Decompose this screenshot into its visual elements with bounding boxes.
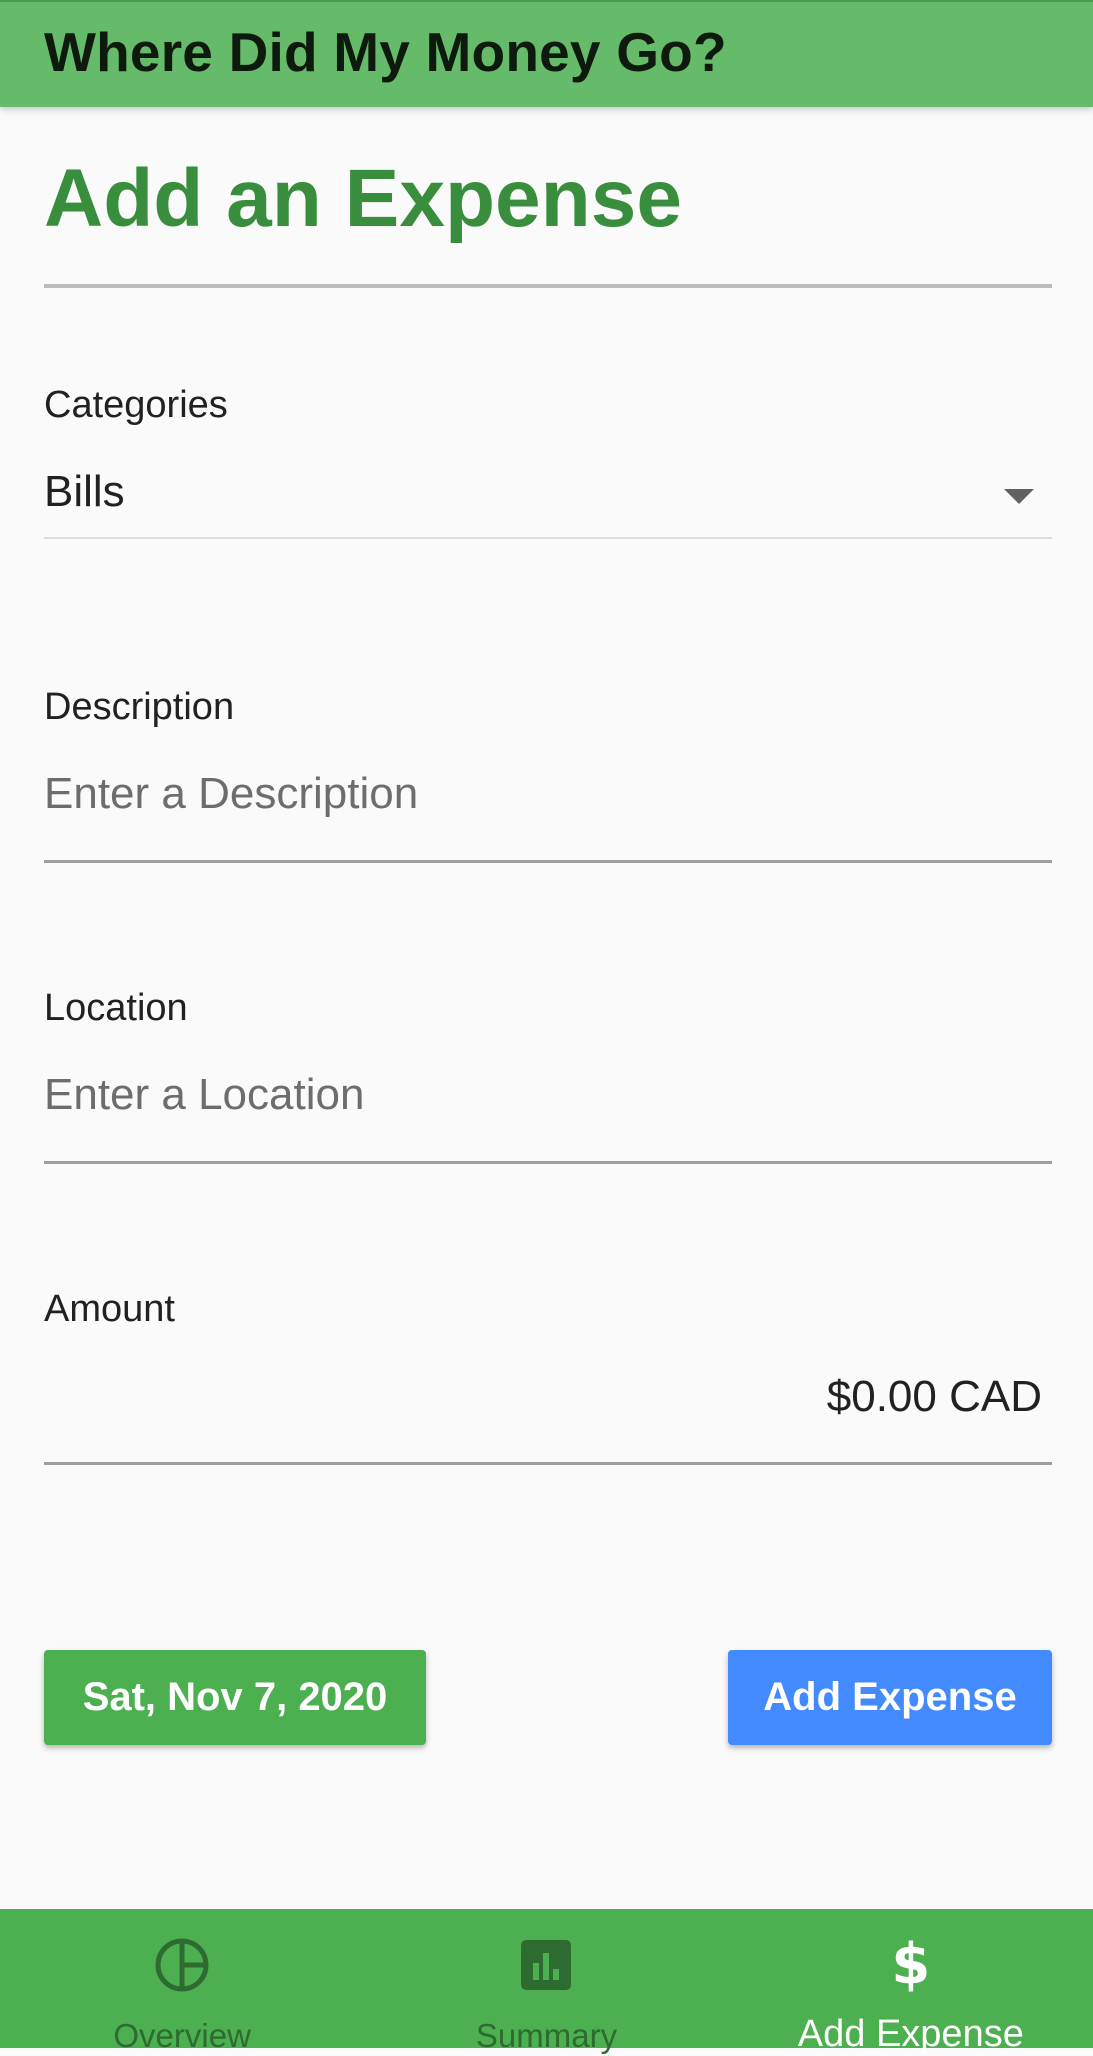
location-placeholder[interactable]: Enter a Location [44,1070,364,1120]
description-label: Description [44,686,235,728]
categories-label: Categories [44,384,228,426]
app-bar: Where Did My Money Go? [0,0,1093,107]
dropdown-arrow-icon[interactable] [1004,489,1034,504]
add-expense-button-label: Add Expense [763,1675,1017,1719]
nav-item-overview[interactable]: Overview [0,1909,364,2054]
description-underline [44,860,1052,863]
add-expense-button[interactable]: Add Expense [728,1650,1052,1745]
amount-underline [44,1462,1052,1465]
nav-item-add-expense[interactable]: $ Add Expense [729,1909,1093,2056]
categories-underline [44,537,1052,539]
app-title: Where Did My Money Go? [44,21,727,83]
description-placeholder[interactable]: Enter a Description [44,769,418,819]
categories-selected-value[interactable]: Bills [44,467,125,517]
amount-label: Amount [44,1288,175,1330]
nav-label-add-expense: Add Expense [797,2013,1024,2055]
nav-label-summary: Summary [475,2017,618,2054]
dollar-icon[interactable]: $ [883,1937,939,1993]
amount-value[interactable]: $0.00 CAD [827,1372,1042,1422]
location-underline [44,1161,1052,1164]
pie-chart-icon[interactable] [154,1937,210,1993]
date-button-label: Sat, Nov 7, 2020 [82,1675,388,1719]
page-title: Add an Expense [44,153,682,244]
bottom-navigation: Overview Summary $ Add Expense [0,1909,1093,2056]
nav-label-overview: Overview [113,2017,251,2054]
bar-chart-icon[interactable] [518,1937,574,1993]
location-label: Location [44,987,188,1029]
title-divider [44,284,1052,288]
nav-item-summary[interactable]: Summary [364,1909,728,2054]
date-picker-button[interactable]: Sat, Nov 7, 2020 [44,1650,426,1745]
